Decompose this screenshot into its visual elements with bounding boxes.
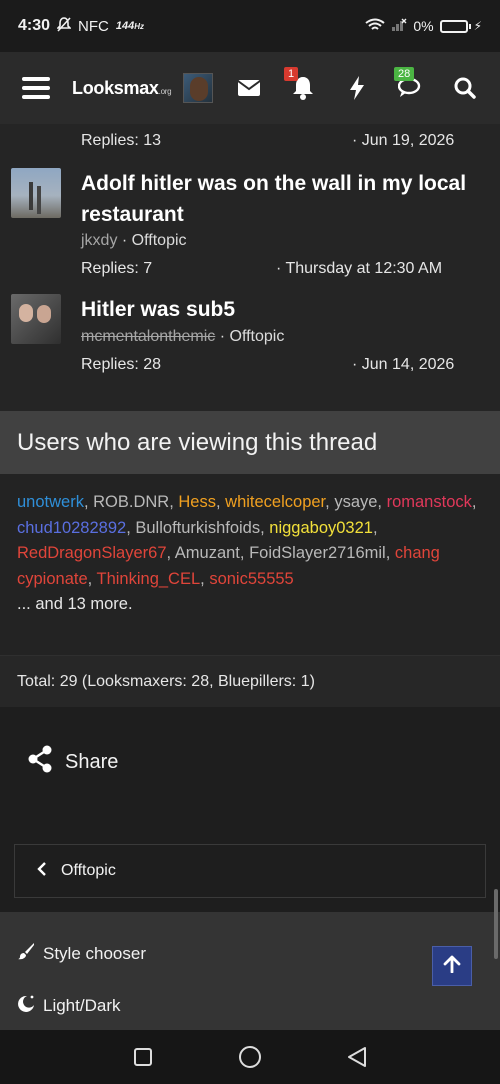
thread-date[interactable]: · Thursday at 12:30 AM bbox=[276, 260, 442, 278]
thread-date: · Jun 19, 2026 bbox=[352, 132, 455, 149]
nfc-label: NFC bbox=[78, 17, 109, 35]
style-chooser-link[interactable]: Style chooser bbox=[17, 942, 146, 965]
thread-replies: Replies: 28 bbox=[81, 356, 162, 373]
similar-threads: Replies: 13 · Jun 19, 2026 Adolf hitler … bbox=[0, 124, 500, 411]
share-icon bbox=[27, 745, 53, 779]
scrollbar[interactable] bbox=[494, 889, 498, 959]
search-icon[interactable] bbox=[452, 75, 478, 101]
viewer-username[interactable]: RedDragonSlayer67 bbox=[17, 544, 167, 562]
thread-title[interactable]: Hitler was sub5 bbox=[81, 294, 481, 325]
light-dark-label: Light/Dark bbox=[43, 995, 121, 1015]
viewer-username[interactable]: sonic55555 bbox=[209, 570, 293, 588]
moon-icon bbox=[17, 994, 35, 1017]
breadcrumb[interactable]: Offtopic bbox=[14, 844, 486, 898]
home-button[interactable] bbox=[235, 1042, 265, 1072]
thread-replies: Replies: 13 bbox=[81, 132, 162, 149]
share-label: Share bbox=[65, 750, 119, 773]
viewer-username[interactable]: FoidSlayer2716mil bbox=[249, 544, 386, 562]
thread-replies: Replies: 7 bbox=[81, 260, 153, 277]
viewer-username[interactable]: Hess bbox=[178, 493, 216, 511]
share-section: Share Offtopic bbox=[0, 707, 500, 912]
conversations-badge: 28 bbox=[394, 67, 415, 81]
thread-title[interactable]: Adolf hitler was on the wall in my local… bbox=[81, 168, 481, 230]
menu-icon[interactable] bbox=[22, 77, 50, 99]
site-header: Looksmax.org 1 28 bbox=[0, 52, 500, 124]
back-button[interactable] bbox=[342, 1042, 372, 1072]
mute-icon bbox=[56, 16, 72, 36]
system-nav bbox=[0, 1030, 500, 1084]
viewer-username[interactable]: Bullofturkishfoids bbox=[135, 519, 260, 537]
thread-forum[interactable]: Offtopic bbox=[230, 328, 285, 345]
thread-date[interactable]: · Jun 14, 2026 bbox=[352, 356, 454, 374]
viewer-username[interactable]: Thinking_CEL bbox=[97, 570, 201, 588]
scroll-top-button[interactable] bbox=[432, 946, 472, 986]
viewer-username[interactable]: ysaye bbox=[334, 493, 377, 511]
wifi-icon bbox=[365, 18, 385, 35]
thread-author[interactable]: jkxdy bbox=[81, 232, 117, 249]
thread-thumbnail[interactable] bbox=[11, 294, 61, 344]
viewers-heading: Users who are viewing this thread bbox=[0, 411, 500, 474]
user-avatar[interactable] bbox=[183, 73, 214, 103]
charging-icon: ⚡ bbox=[473, 19, 482, 33]
clock: 4:30 bbox=[18, 17, 51, 34]
viewers-list: unotwerk, ROB.DNR, Hess, whitecelcoper, … bbox=[0, 474, 500, 655]
style-chooser-label: Style chooser bbox=[43, 943, 146, 963]
viewer-username[interactable]: Amuzant bbox=[175, 544, 240, 562]
arrow-up-icon bbox=[443, 955, 461, 978]
viewer-username[interactable]: chud10282892 bbox=[17, 519, 126, 537]
battery-level: 0% bbox=[413, 18, 434, 34]
status-bar: 4:30 NFC 144Hz 0% ⚡ bbox=[0, 0, 500, 52]
share-button[interactable]: Share bbox=[27, 745, 118, 779]
viewer-username[interactable]: unotwerk bbox=[17, 493, 84, 511]
viewer-username[interactable]: romanstock bbox=[387, 493, 472, 511]
viewer-username[interactable]: whitecelcoper bbox=[225, 493, 325, 511]
bell-icon[interactable]: 1 bbox=[284, 67, 316, 101]
chevron-left-icon bbox=[37, 861, 47, 881]
breadcrumb-label: Offtopic bbox=[61, 862, 116, 879]
thread-meta: mcmentalonthemic · Offtopic bbox=[81, 328, 285, 345]
viewer-username[interactable]: niggaboy0321 bbox=[269, 519, 373, 537]
thread-forum[interactable]: Offtopic bbox=[132, 232, 187, 249]
signal-icon bbox=[391, 18, 407, 35]
recents-button[interactable] bbox=[128, 1042, 158, 1072]
site-logo[interactable]: Looksmax.org bbox=[72, 78, 172, 99]
envelope-icon[interactable] bbox=[236, 75, 262, 101]
thread-meta: jkxdy · Offtopic bbox=[81, 232, 187, 249]
viewer-username[interactable]: ROB.DNR bbox=[93, 493, 169, 511]
chat-icon[interactable]: 28 bbox=[394, 67, 424, 101]
site-footer: Style chooser Light/Dark bbox=[0, 912, 500, 1030]
battery-icon bbox=[439, 19, 471, 33]
refresh-rate: 144Hz bbox=[115, 20, 144, 32]
thread-thumbnail[interactable] bbox=[11, 168, 61, 218]
thread-author[interactable]: mcmentalonthemic bbox=[81, 328, 215, 345]
bolt-icon[interactable] bbox=[344, 75, 370, 101]
viewers-more: ... and 13 more. bbox=[17, 595, 133, 613]
brush-icon bbox=[17, 942, 35, 965]
viewers-total: Total: 29 (Looksmaxers: 28, Bluepillers:… bbox=[0, 655, 500, 707]
light-dark-toggle[interactable]: Light/Dark bbox=[17, 994, 120, 1017]
alerts-badge: 1 bbox=[284, 67, 299, 81]
